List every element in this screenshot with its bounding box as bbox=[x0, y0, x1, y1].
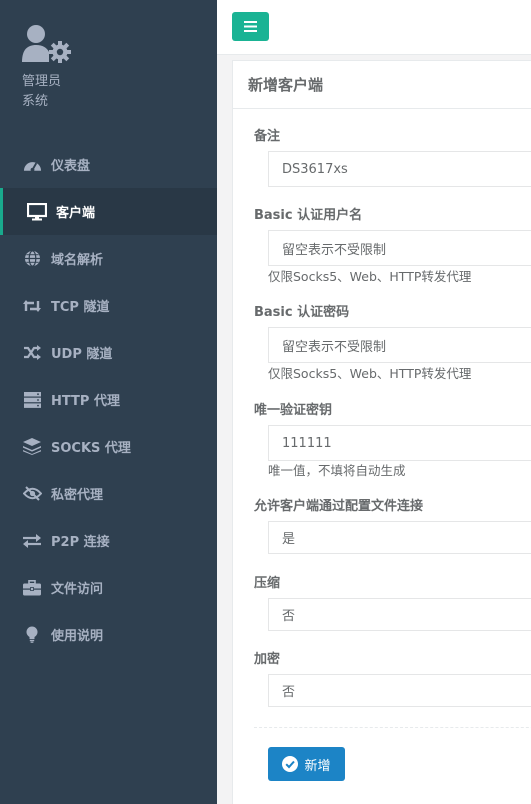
sidebar-item-help[interactable]: 使用说明 bbox=[0, 611, 217, 658]
vkey-input[interactable]: 111111 bbox=[268, 425, 531, 461]
sidebar-item-files[interactable]: 文件访问 bbox=[0, 564, 217, 611]
sidebar-item-label: SOCKS 代理 bbox=[51, 441, 131, 456]
vkey-help: 唯一值，不填将自动生成 bbox=[268, 463, 406, 478]
desktop-icon bbox=[27, 202, 47, 222]
sidebar-item-udp[interactable]: UDP 隧道 bbox=[0, 329, 217, 376]
basic-password-label: Basic 认证密码 bbox=[254, 305, 350, 320]
eye-slash-icon bbox=[22, 484, 42, 504]
config-conn-label: 允许客户端通过配置文件连接 bbox=[254, 499, 424, 514]
basic-password-help: 仅限Socks5、Web、HTTP转发代理 bbox=[268, 366, 472, 381]
basic-username-label: Basic 认证用户名 bbox=[254, 208, 363, 223]
user-gear-icon bbox=[22, 24, 72, 64]
submit-add-button[interactable]: 新增 bbox=[268, 747, 345, 781]
globe-icon bbox=[22, 249, 42, 269]
sidebar-item-label: TCP 隧道 bbox=[51, 300, 110, 315]
compress-select[interactable]: 否 bbox=[268, 598, 531, 631]
server-icon bbox=[22, 390, 42, 410]
sidebar-item-domain[interactable]: 域名解析 bbox=[0, 235, 217, 282]
remark-label: 备注 bbox=[254, 129, 281, 144]
sidebar-item-dashboard[interactable]: 仪表盘 bbox=[0, 141, 217, 188]
layers-icon bbox=[22, 437, 42, 457]
lightbulb-icon bbox=[22, 625, 42, 645]
form-divider bbox=[254, 727, 531, 728]
compress-label: 压缩 bbox=[254, 576, 281, 591]
basic-username-input[interactable]: 留空表示不受限制 bbox=[268, 230, 531, 266]
sidebar-item-private[interactable]: 私密代理 bbox=[0, 470, 217, 517]
sidebar-item-p2p[interactable]: P2P 连接 bbox=[0, 517, 217, 564]
sidebar-item-label: HTTP 代理 bbox=[51, 394, 120, 409]
crypt-label: 加密 bbox=[254, 652, 281, 667]
sidebar-item-label: 使用说明 bbox=[51, 629, 104, 644]
user-name: 管理员 bbox=[22, 74, 62, 89]
sidebar-item-label: 私密代理 bbox=[51, 488, 104, 503]
vkey-label: 唯一验证密钥 bbox=[254, 403, 333, 418]
top-bar bbox=[217, 0, 531, 55]
exchange-icon bbox=[22, 531, 42, 551]
menu-icon bbox=[244, 17, 257, 36]
config-conn-select[interactable]: 是 bbox=[268, 521, 531, 554]
sidebar-item-label: UDP 隧道 bbox=[51, 347, 113, 362]
briefcase-icon bbox=[22, 578, 42, 598]
remark-input[interactable]: DS3617xs bbox=[268, 151, 531, 187]
add-client-panel: 新增客户端 备注 DS3617xs Basic 认证用户名 留空表示不受限制 仅… bbox=[232, 60, 531, 804]
sidebar-item-label: 文件访问 bbox=[51, 582, 104, 597]
dashboard-icon bbox=[22, 155, 42, 175]
retweet-icon bbox=[22, 296, 42, 316]
sidebar-item-label: 域名解析 bbox=[51, 253, 104, 268]
sidebar-item-label: 仪表盘 bbox=[51, 159, 91, 174]
sidebar-item-http[interactable]: HTTP 代理 bbox=[0, 376, 217, 423]
panel-title: 新增客户端 bbox=[233, 61, 531, 109]
sidebar-item-tcp[interactable]: TCP 隧道 bbox=[0, 282, 217, 329]
sidebar: 管理员 系统 仪表盘 客户端 域名解析 TCP 隧道 UDP 隧道 HTTP 代… bbox=[0, 0, 217, 804]
menu-toggle-button[interactable] bbox=[232, 12, 269, 41]
sidebar-nav: 仪表盘 客户端 域名解析 TCP 隧道 UDP 隧道 HTTP 代理 SOCKS… bbox=[0, 141, 217, 658]
sidebar-item-clients[interactable]: 客户端 bbox=[0, 188, 217, 235]
sidebar-item-socks[interactable]: SOCKS 代理 bbox=[0, 423, 217, 470]
sidebar-item-label: 客户端 bbox=[56, 206, 96, 221]
random-icon bbox=[22, 343, 42, 363]
user-role: 系统 bbox=[22, 94, 49, 109]
submit-label: 新增 bbox=[304, 758, 331, 774]
profile: 管理员 系统 bbox=[22, 24, 72, 109]
basic-username-help: 仅限Socks5、Web、HTTP转发代理 bbox=[268, 269, 472, 284]
sidebar-item-label: P2P 连接 bbox=[51, 535, 110, 550]
basic-password-input[interactable]: 留空表示不受限制 bbox=[268, 327, 531, 363]
crypt-select[interactable]: 否 bbox=[268, 674, 531, 707]
check-circle-icon bbox=[282, 756, 299, 772]
